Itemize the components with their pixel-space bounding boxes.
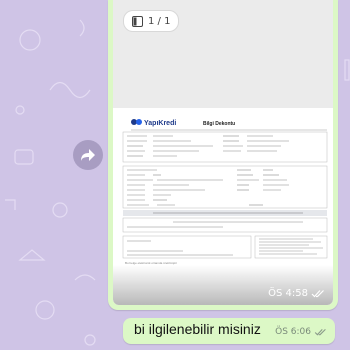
document-message-time: ÖS 4:58 [268,288,308,299]
document-message-meta: ÖS 4:58 [268,288,325,299]
forward-button[interactable] [73,140,103,170]
page-counter-badge: 1 / 1 [123,10,180,32]
text-message-time: ÖS 6:06 [275,327,311,337]
document-preview[interactable]: 1 / 1 YapıKredi Bilgi Dekontu Bu belge e… [113,0,333,305]
text-message-bubble[interactable]: bi ilgilenebilir misiniz ÖS 6:06 [123,318,335,344]
forward-icon [81,149,95,161]
double-check-icon [314,328,326,336]
text-message-meta: ÖS 6:06 [275,327,327,337]
pages-icon [132,15,143,27]
page-counter-text: 1 / 1 [148,15,171,27]
message-text: bi ilgilenebilir misiniz [134,321,261,337]
document-message-bubble[interactable]: 1 / 1 YapıKredi Bilgi Dekontu Bu belge e… [108,0,338,310]
double-check-icon [311,290,324,298]
preview-shadow [113,265,333,305]
receipt-title: Bilgi Dekontu [203,121,235,127]
bank-logo-text: YapıKredi [144,120,176,127]
